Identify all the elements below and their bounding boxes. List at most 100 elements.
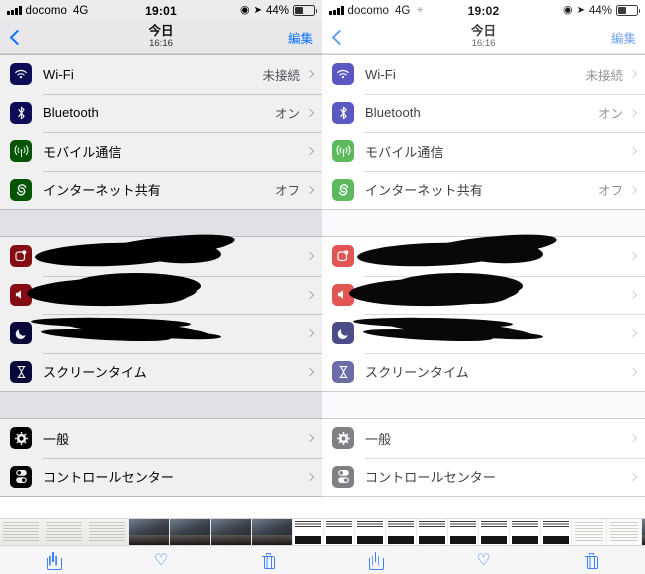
chevron-right-icon [628, 70, 638, 79]
settings-row-general[interactable]: 一般 [322, 419, 645, 458]
filmstrip-thumbnail[interactable] [448, 519, 478, 545]
chevron-right-icon [305, 185, 315, 194]
screenshot-pane-left[interactable]: docomo 4G 19:01 ◉ ➤ 44% 今日 16:16 編集 Wi-F… [0, 0, 322, 518]
status-bar: docomo 4G 19:01 ◉ ➤ 44% [0, 0, 322, 21]
settings-row-notifications[interactable] [0, 229, 322, 276]
bluetooth-icon [332, 101, 354, 124]
control-center-icon [10, 465, 32, 488]
trash-icon [262, 553, 275, 569]
filmstrip-thumbnail[interactable] [607, 519, 641, 545]
settings-row-label: コントロールセンター [365, 470, 497, 486]
filmstrip-thumbnail[interactable] [86, 519, 128, 545]
settings-row-hotspot[interactable]: インターネット共有 オフ [322, 170, 645, 209]
settings-row-screen-time[interactable]: スクリーンタイム [0, 352, 322, 391]
delete-button[interactable] [215, 546, 322, 574]
settings-group-gap [0, 210, 322, 236]
settings-row-label: Bluetooth [43, 105, 99, 121]
hotspot-icon [10, 178, 32, 201]
settings-row-value: オン [274, 107, 300, 122]
settings-row-label: Wi-Fi [43, 66, 74, 82]
chevron-right-icon [628, 147, 638, 156]
settings-row-label: コントロールセンター [43, 470, 175, 486]
chevron-right-icon [305, 329, 315, 338]
filmstrip-thumbnail[interactable] [479, 519, 509, 545]
filmstrip-thumbnail[interactable] [293, 519, 323, 545]
settings-row-cellular[interactable]: モバイル通信 [322, 132, 645, 171]
status-clock: 19:01 [145, 3, 177, 18]
redaction-mark [352, 310, 613, 350]
settings-group-gap [322, 392, 645, 418]
page-title: 今日 [470, 23, 496, 38]
delete-button[interactable] [537, 546, 645, 574]
settings-group-notifications: スクリーンタイム [0, 229, 322, 392]
share-button[interactable] [322, 546, 430, 574]
photo-filmstrip[interactable] [0, 518, 645, 545]
settings-group-connectivity: Wi-Fi 未接続 Bluetooth オン モバイル通信 インターネット共有 … [0, 54, 322, 210]
bluetooth-icon [10, 101, 32, 124]
nav-title-block: 今日 16:16 [0, 24, 322, 49]
share-icon [47, 552, 63, 570]
settings-row-screen-time[interactable]: スクリーンタイム [322, 352, 645, 391]
settings-group-gap [322, 210, 645, 236]
screenshot-pane-right[interactable]: docomo 4G ✳ 19:02 ◉ ➤ 44% 今日 16:16 編集 Wi… [322, 0, 645, 518]
settings-row-value: オフ [274, 184, 300, 199]
filmstrip-thumbnail[interactable] [252, 519, 292, 545]
filmstrip-thumbnail[interactable] [355, 519, 385, 545]
filmstrip-thumbnail[interactable] [211, 519, 251, 545]
settings-row-bluetooth[interactable]: Bluetooth オン [322, 93, 645, 132]
settings-group-system: 一般 コントロールセンター [322, 418, 645, 497]
favorite-button[interactable]: ♡ [107, 546, 214, 574]
filmstrip-thumbnail[interactable] [324, 519, 354, 545]
settings-row-sounds[interactable] [322, 272, 645, 314]
chevron-right-icon [305, 367, 315, 376]
filmstrip-thumbnail[interactable] [386, 519, 416, 545]
settings-row-hotspot[interactable]: インターネット共有 オフ [0, 170, 322, 209]
general-gear-icon [10, 427, 32, 450]
battery-icon [293, 5, 317, 16]
filmstrip-thumbnail[interactable] [43, 519, 85, 545]
settings-row-label: 一般 [43, 431, 70, 447]
settings-row-cellular[interactable]: モバイル通信 [0, 132, 322, 171]
settings-row-control-center[interactable]: コントロールセンター [322, 457, 645, 496]
settings-row-notifications[interactable] [322, 229, 645, 276]
filmstrip-thumbnail[interactable] [572, 519, 606, 545]
settings-row-general[interactable]: 一般 [0, 419, 322, 458]
settings-row-do-not-disturb[interactable] [322, 314, 645, 353]
do-not-disturb-icon [332, 322, 354, 345]
nav-title-block: 今日 16:16 [322, 23, 645, 50]
sounds-icon [10, 283, 32, 306]
page-subtitle: 16:16 [471, 38, 496, 50]
settings-row-do-not-disturb[interactable] [0, 314, 322, 353]
filmstrip-thumbnail[interactable] [541, 519, 571, 545]
settings-row-sounds[interactable] [0, 272, 322, 314]
navigation-bar: 今日 16:16 編集 [0, 21, 322, 54]
wifi-icon [332, 63, 354, 86]
filmstrip-thumbnail[interactable] [129, 519, 169, 545]
chevron-right-icon [628, 185, 638, 194]
settings-row-wifi[interactable]: Wi-Fi 未接続 [322, 55, 645, 94]
settings-row-value: オン [597, 107, 623, 122]
chevron-right-icon [628, 108, 638, 117]
screenshot-panes: docomo 4G 19:01 ◉ ➤ 44% 今日 16:16 編集 Wi-F… [0, 0, 645, 518]
filmstrip-thumbnail[interactable] [510, 519, 540, 545]
settings-list: Wi-Fi 未接続 Bluetooth オン モバイル通信 インターネット共有 … [0, 54, 322, 497]
settings-row-value: 未接続 [262, 68, 300, 83]
wifi-icon [10, 63, 32, 86]
filmstrip-thumbnail[interactable] [417, 519, 447, 545]
battery-icon [616, 5, 640, 16]
chevron-right-icon [305, 290, 315, 299]
photo-comparison-view: docomo 4G 19:01 ◉ ➤ 44% 今日 16:16 編集 Wi-F… [0, 0, 645, 574]
screen-time-icon [332, 360, 354, 383]
settings-row-wifi[interactable]: Wi-Fi 未接続 [0, 55, 322, 94]
sounds-icon [332, 283, 354, 306]
share-button[interactable] [0, 546, 107, 574]
settings-row-bluetooth[interactable]: Bluetooth オン [0, 93, 322, 132]
general-gear-icon [332, 427, 354, 450]
filmstrip-thumbnail[interactable] [170, 519, 210, 545]
chevron-right-icon [305, 147, 315, 156]
favorite-button[interactable]: ♡ [430, 546, 538, 574]
filmstrip-thumbnail[interactable] [0, 519, 42, 545]
chevron-right-icon [628, 290, 638, 299]
settings-row-control-center[interactable]: コントロールセンター [0, 457, 322, 496]
settings-row-label: 一般 [365, 431, 392, 447]
